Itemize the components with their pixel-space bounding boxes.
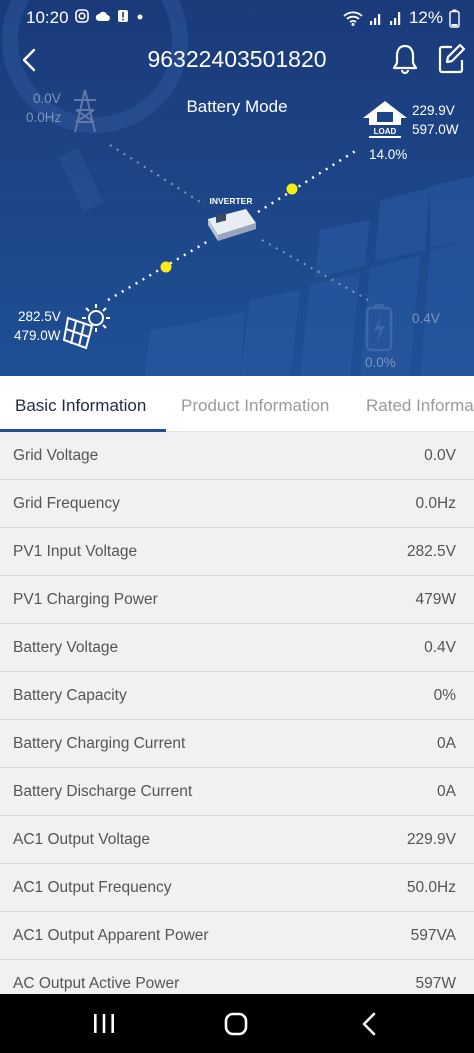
svg-text:INVERTER: INVERTER — [210, 196, 253, 206]
instagram-icon — [75, 9, 89, 23]
notification-icons — [75, 9, 145, 23]
pv-power: 479.0W — [14, 328, 61, 343]
row-label: Battery Voltage — [13, 639, 119, 656]
row-value: 0% — [433, 687, 456, 704]
inverter-icon: INVERTER — [208, 196, 256, 241]
app-header: 96322403501820 — [0, 40, 474, 82]
edit-icon[interactable] — [436, 42, 466, 76]
cloud-icon — [95, 11, 110, 21]
row-label: Battery Charging Current — [13, 735, 186, 752]
list-item-ac1-output-voltage: AC1 Output Voltage 229.9V — [0, 816, 474, 864]
list-item-ac1-output-frequency: AC1 Output Frequency 50.0Hz — [0, 864, 474, 912]
row-label: Battery Capacity — [13, 687, 127, 704]
load-flow-line — [257, 148, 358, 214]
recent-apps-icon[interactable] — [84, 1008, 124, 1040]
battery-voltage: 0.4V — [412, 311, 440, 326]
battery-percent-text: 12% — [408, 8, 443, 27]
row-value: 0.4V — [424, 639, 456, 656]
grid-flow-line — [109, 144, 206, 206]
system-icons: 12% — [343, 8, 460, 28]
row-value: 50.0Hz — [406, 879, 456, 896]
row-label: PV1 Charging Power — [13, 591, 158, 608]
row-label: Grid Frequency — [13, 495, 120, 512]
bell-icon[interactable] — [390, 42, 420, 76]
list-item-grid-frequency: Grid Frequency 0.0Hz — [0, 480, 474, 528]
info-tabs: Basic Information Product Information Ra… — [0, 376, 474, 432]
list-item-battery-discharge-current: Battery Discharge Current 0A — [0, 768, 474, 816]
status-time: 10:20 — [26, 8, 69, 27]
row-label: Grid Voltage — [13, 447, 99, 464]
battery-level-icon — [449, 9, 460, 28]
pv-flow-dot — [160, 261, 172, 273]
row-label: AC1 Output Frequency — [13, 879, 172, 896]
row-value: 0.0Hz — [415, 495, 457, 512]
list-item-battery-voltage: Battery Voltage 0.4V — [0, 624, 474, 672]
row-value: 0.0V — [424, 447, 456, 464]
row-label: AC Output Active Power — [13, 975, 180, 992]
system-navigation-bar — [0, 994, 474, 1053]
load-flow-dot — [286, 183, 298, 195]
signal-icon — [369, 14, 381, 25]
row-label: AC1 Output Apparent Power — [13, 927, 209, 944]
row-label: Battery Discharge Current — [13, 783, 193, 800]
row-value: 229.9V — [406, 831, 456, 848]
tab-rated-information[interactable]: Rated Informa — [366, 396, 474, 416]
load-power: 597.0W — [412, 122, 459, 137]
list-item-ac1-output-apparent-power: AC1 Output Apparent Power 597VA — [0, 912, 474, 960]
battery-icon — [365, 304, 393, 352]
dot-icon — [137, 14, 143, 20]
tab-product-information[interactable]: Product Information — [181, 396, 329, 416]
row-value: 597W — [415, 975, 457, 992]
row-value: 0A — [437, 783, 456, 800]
back-nav-icon[interactable] — [350, 1008, 390, 1040]
list-item-battery-capacity: Battery Capacity 0% — [0, 672, 474, 720]
signal-icon — [389, 12, 401, 25]
solar-panel-icon — [62, 304, 110, 350]
mode-label: Battery Mode — [186, 97, 288, 116]
home-icon[interactable] — [216, 1008, 256, 1040]
row-value: 597VA — [410, 927, 456, 944]
row-label: PV1 Input Voltage — [13, 543, 138, 560]
pv-flow-line — [107, 238, 211, 302]
status-bar: 10:20 12% — [0, 0, 474, 34]
list-item-ac-output-active-power: AC Output Active Power 597W — [0, 960, 474, 994]
row-value: 282.5V — [406, 543, 456, 560]
row-value: 0A — [437, 735, 456, 752]
list-item-pv1-charging-power: PV1 Charging Power 479W — [0, 576, 474, 624]
list-item-grid-voltage: Grid Voltage 0.0V — [0, 432, 474, 480]
row-label: AC1 Output Voltage — [13, 831, 151, 848]
list-item-pv1-input-voltage: PV1 Input Voltage 282.5V — [0, 528, 474, 576]
load-percent: 14.0% — [369, 147, 408, 162]
tab-basic-information[interactable]: Basic Information — [15, 396, 146, 416]
battery-percent: 0.0% — [365, 355, 396, 370]
list-item-battery-charging-current: Battery Charging Current 0A — [0, 720, 474, 768]
row-value: 479W — [415, 591, 457, 608]
basic-information-list[interactable]: Grid Voltage 0.0V Grid Frequency 0.0Hz PV1… — [0, 432, 474, 994]
svg-text:LOAD: LOAD — [374, 127, 397, 136]
pv-voltage: 282.5V — [18, 309, 61, 324]
alert-icon — [118, 10, 128, 22]
wifi-icon — [343, 11, 363, 26]
